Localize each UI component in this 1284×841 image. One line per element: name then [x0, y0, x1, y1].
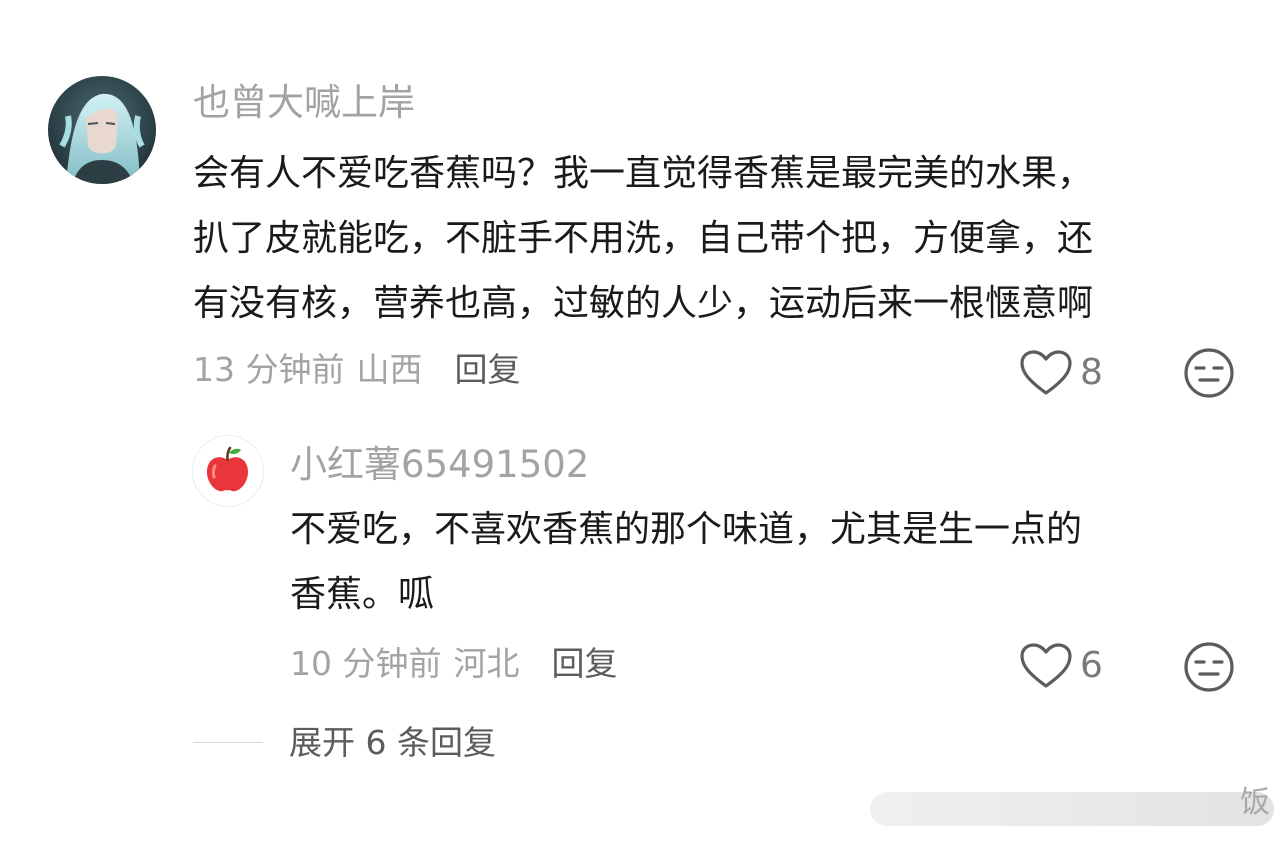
comment-text-line: 扒了皮就能吃，不脏手不用洗，自己带个把，方便拿，还	[193, 218, 1094, 259]
apple-icon	[207, 446, 248, 492]
reply-user-avatar[interactable]	[192, 435, 264, 507]
emoji-react-button[interactable]	[1183, 347, 1235, 399]
reply-emoji-react-button[interactable]	[1183, 641, 1235, 693]
comment-text-line: 会有人不爱吃香蕉吗？我一直觉得香蕉是最完美的水果，	[193, 153, 1094, 194]
neutral-face-icon	[1184, 348, 1234, 398]
expand-replies-label[interactable]: 展开 6 条回复	[289, 726, 496, 759]
reply-text-line: 香蕉。呱	[290, 574, 435, 615]
comment-time: 13 分钟前	[193, 350, 345, 389]
divider	[193, 741, 263, 744]
comment-username[interactable]: 也曾大喊上岸	[193, 84, 415, 121]
reply-location: 河北	[453, 644, 520, 683]
reply-text: 不爱吃，不喜欢香蕉的那个味道，尤其是生一点的 香蕉。呱	[290, 497, 1082, 627]
reply-like-button[interactable]: 6	[1018, 641, 1103, 691]
watermark-bar	[870, 792, 1274, 826]
reply-meta: 10 分钟前 河北 回复	[290, 647, 617, 680]
watermark-text: 饭	[1240, 785, 1270, 820]
expand-replies[interactable]: 展开 6 条回复	[193, 726, 496, 759]
comment-thread: 也曾大喊上岸 会有人不爱吃香蕉吗？我一直觉得香蕉是最完美的水果， 扒了皮就能吃，…	[0, 0, 1284, 841]
reply-button[interactable]: 回复	[454, 350, 520, 389]
avatar-portrait	[48, 76, 156, 184]
reply-text-line: 不爱吃，不喜欢香蕉的那个味道，尤其是生一点的	[290, 509, 1083, 550]
like-count: 8	[1080, 352, 1103, 393]
comment-meta: 13 分钟前 山西 回复	[193, 353, 520, 386]
like-count: 6	[1080, 645, 1103, 686]
comment-text-line: 有没有核，营养也高，过敏的人少，运动后来一根惬意啊	[193, 283, 1094, 324]
reply-button[interactable]: 回复	[551, 644, 617, 683]
comment-text: 会有人不爱吃香蕉吗？我一直觉得香蕉是最完美的水果， 扒了皮就能吃，不脏手不用洗，…	[193, 141, 1093, 336]
user-avatar[interactable]	[48, 76, 156, 184]
like-button[interactable]: 8	[1018, 348, 1103, 398]
heart-outline-icon	[1020, 350, 1072, 395]
reply-username[interactable]: 小红薯65491502	[290, 446, 589, 483]
neutral-face-icon	[1184, 642, 1234, 692]
reply-time: 10 分钟前	[290, 644, 442, 683]
heart-outline-icon	[1020, 643, 1072, 688]
comment-location: 山西	[356, 350, 423, 389]
